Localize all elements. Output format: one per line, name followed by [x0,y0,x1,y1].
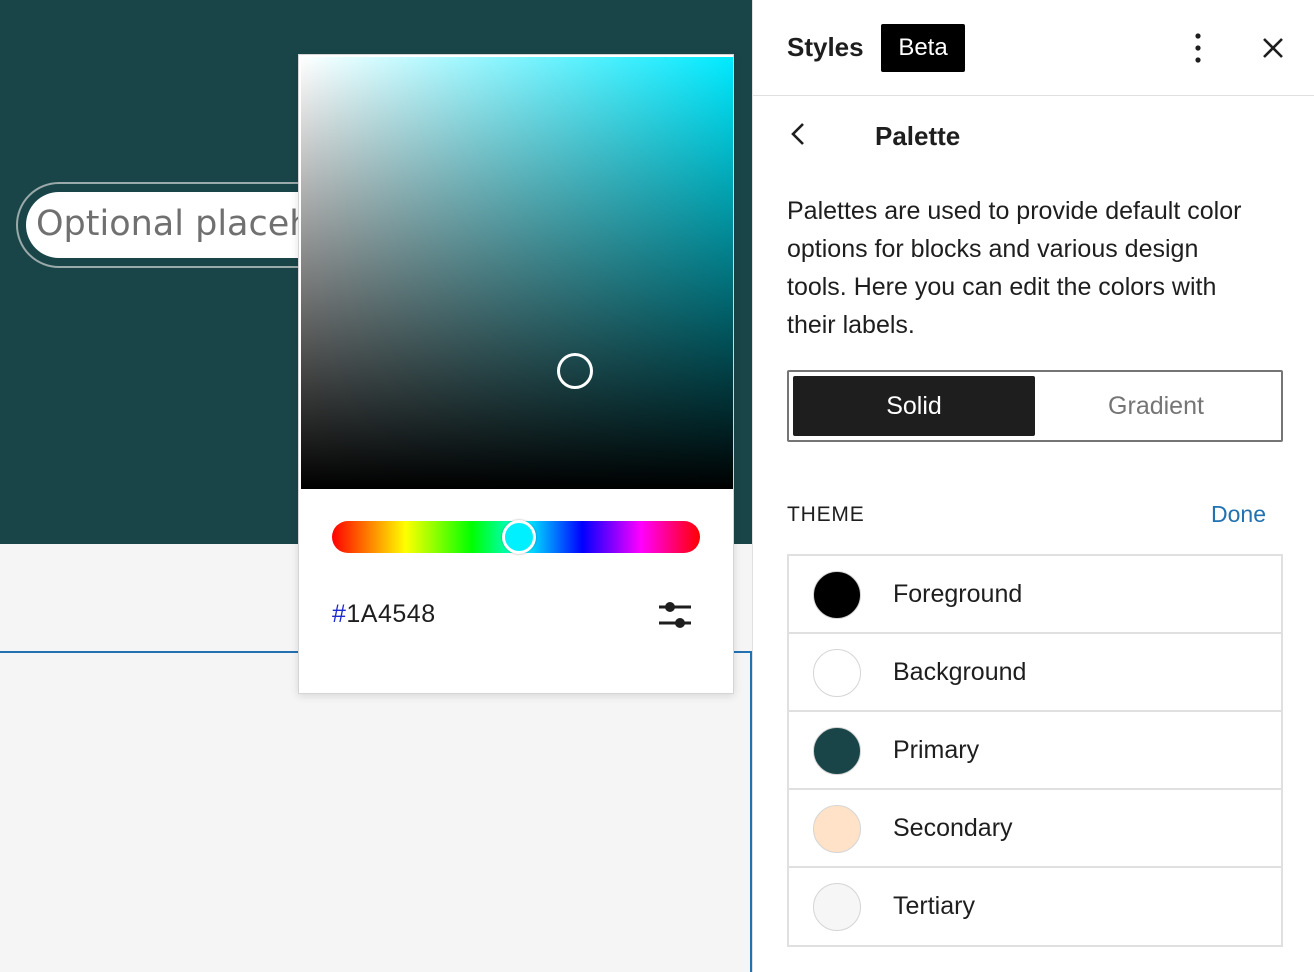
hex-digits: 1A4548 [346,600,436,628]
search-block[interactable]: Optional placeholder… [16,182,436,268]
saturation-value-area[interactable] [301,57,733,489]
palette-item-foreground[interactable]: Foreground [789,556,1281,634]
color-settings-button[interactable] [655,597,695,633]
selected-block-outline[interactable] [0,651,752,972]
theme-heading: THEME [787,503,865,526]
palette-item-secondary[interactable]: Secondary [789,790,1281,868]
palette-item-tertiary[interactable]: Tertiary [789,868,1281,945]
back-button[interactable] [783,118,817,152]
palette-item-label: Background [893,658,1027,686]
solid-gradient-toggle: Solid Gradient [787,370,1283,442]
done-button[interactable]: Done [1211,501,1266,528]
tab-gradient[interactable]: Gradient [1035,376,1277,436]
sidebar-header: Styles Beta [753,0,1314,96]
color-picker-popover: #1A4548 [298,54,734,694]
palette-item-label: Foreground [893,580,1023,608]
more-vertical-icon [1195,33,1201,63]
palette-item-primary[interactable]: Primary [789,712,1281,790]
more-options-button[interactable] [1183,28,1213,68]
palette-description: Palettes are used to provide default col… [787,197,1242,339]
color-swatch [813,649,861,697]
chevron-left-icon [791,123,804,145]
beta-badge: Beta [881,24,965,72]
tab-solid[interactable]: Solid [793,376,1035,436]
sliders-icon [659,602,691,628]
hue-slider-handle[interactable] [502,520,536,554]
palette-item-label: Tertiary [893,892,975,920]
saturation-handle[interactable] [557,353,593,389]
theme-palette-list: Foreground Background Primary Secondary … [787,554,1283,947]
hex-value[interactable]: #1A4548 [332,600,436,629]
sidebar-title: Styles [787,32,864,62]
close-sidebar-button[interactable] [1255,30,1291,66]
color-swatch [813,805,861,853]
close-icon [1263,38,1283,58]
color-swatch [813,883,861,931]
palette-item-background[interactable]: Background [789,634,1281,712]
hex-hash: # [332,600,347,628]
palette-item-label: Secondary [893,814,1013,842]
palette-item-label: Primary [893,736,980,764]
styles-sidebar: Styles Beta Palette Palettes are used to… [752,0,1314,972]
palette-title: Palette [875,121,961,151]
color-swatch [813,727,861,775]
color-swatch [813,571,861,619]
